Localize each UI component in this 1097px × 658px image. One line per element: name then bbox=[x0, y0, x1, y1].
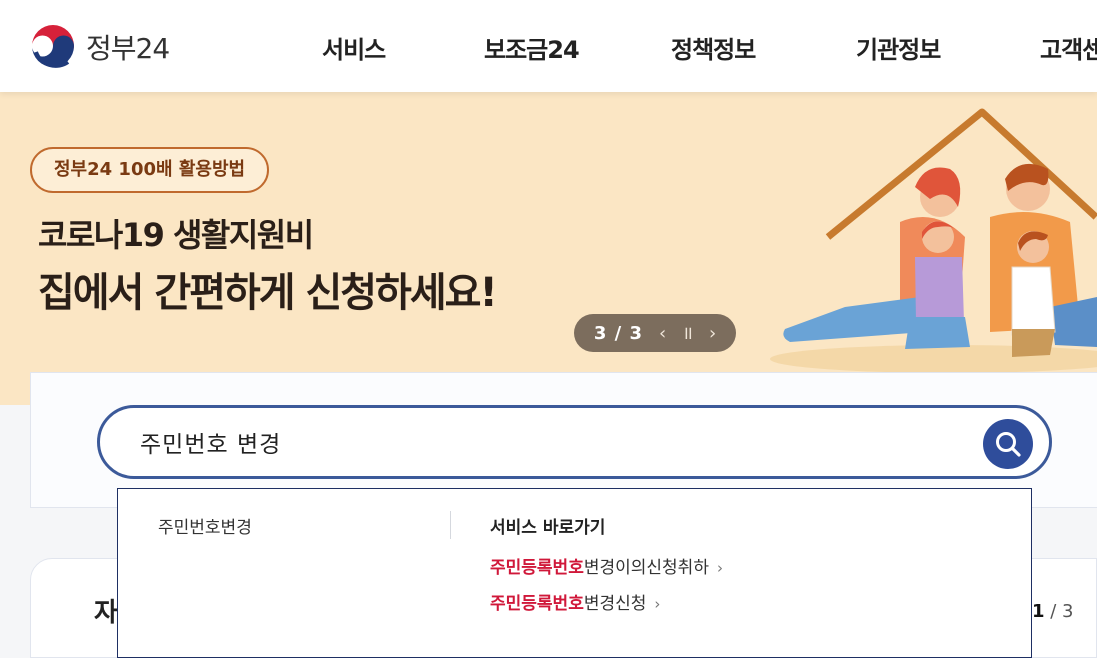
pager-current: 1 bbox=[1032, 601, 1045, 622]
nav-item-agency-info[interactable]: 기관정보 bbox=[856, 30, 941, 65]
shortcut-link[interactable]: 주민등록번호변경이의신청취하 › bbox=[490, 553, 723, 578]
banner-headline-1: 코로나19 생활지원비 bbox=[38, 216, 314, 254]
pause-icon[interactable]: ॥ bbox=[682, 321, 693, 345]
banner-headline-2: 집에서 간편하게 신청하세요! bbox=[38, 270, 498, 316]
shortcut-highlight: 주민등록번호 bbox=[490, 558, 584, 578]
shortcut-highlight: 주민등록번호 bbox=[490, 594, 584, 614]
banner-tag-button[interactable]: 정부24 100배 활용방법 bbox=[30, 147, 270, 193]
autocomplete-suggestion[interactable]: 주민번호변경 bbox=[158, 513, 252, 538]
nav-item-services[interactable]: 서비스 bbox=[322, 30, 386, 65]
chevron-right-icon[interactable]: › bbox=[709, 323, 716, 344]
nav-item-policy-info[interactable]: 정책정보 bbox=[671, 30, 756, 65]
chevron-right-icon: › bbox=[716, 559, 723, 577]
pager-total: / 3 bbox=[1044, 601, 1074, 622]
main-nav: 서비스 보조금24 정책정보 기관정보 고객센 bbox=[0, 30, 1097, 70]
nav-item-customer-center[interactable]: 고객센 bbox=[1040, 30, 1097, 65]
search-button[interactable] bbox=[983, 419, 1033, 469]
chevron-left-icon[interactable]: ‹ bbox=[659, 323, 666, 344]
slide-counter: 3 / 3 bbox=[593, 322, 643, 344]
section-title: 자 bbox=[94, 598, 118, 628]
shortcut-rest: 변경이의신청취하 bbox=[583, 558, 709, 578]
nav-item-subsidy24[interactable]: 보조금24 bbox=[484, 30, 580, 65]
card-pager: 1 / 3 bbox=[1032, 601, 1074, 622]
slide-controls: 3 / 3 ‹ ॥ › bbox=[574, 314, 736, 352]
shortcut-title: 서비스 바로가기 bbox=[490, 518, 606, 538]
site-header: 정부24 서비스 보조금24 정책정보 기관정보 고객센 bbox=[0, 0, 1097, 92]
autocomplete-dropdown: 주민번호변경 서비스 바로가기 주민등록번호변경이의신청취하 › 주민등록번호변경… bbox=[117, 488, 1032, 658]
shortcut-rest: 변경신청 bbox=[583, 594, 647, 614]
promo-banner[interactable]: 정부24 100배 활용방법 코로나19 생활지원비 집에서 간편하게 신청하세… bbox=[0, 92, 1097, 405]
dropdown-divider bbox=[450, 511, 451, 539]
search-box bbox=[97, 405, 1052, 479]
search-input[interactable] bbox=[140, 424, 940, 460]
family-house-illustration bbox=[770, 108, 1097, 373]
shortcut-link[interactable]: 주민등록번호변경신청 › bbox=[490, 589, 660, 614]
chevron-right-icon: › bbox=[654, 595, 661, 613]
search-icon bbox=[996, 432, 1021, 457]
